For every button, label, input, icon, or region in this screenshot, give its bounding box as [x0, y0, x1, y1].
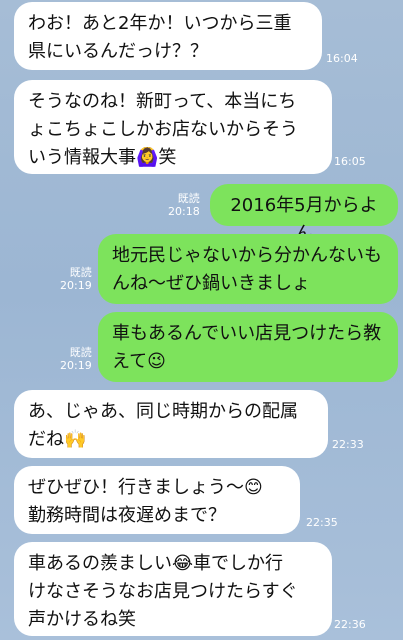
- message-time: 20:19: [60, 279, 92, 292]
- read-receipt: 既読: [69, 346, 92, 359]
- message-time: 20:19: [60, 359, 92, 372]
- message-time: 16:04: [326, 52, 358, 65]
- message-meta: 既読 20:19: [60, 346, 92, 372]
- message-time: 20:18: [168, 205, 200, 218]
- message-bubble[interactable]: あ、じゃあ、同じ時期からの配属 だね🙌: [14, 390, 328, 458]
- message-time: 22:33: [332, 438, 364, 451]
- message-meta: 既読 20:18: [168, 192, 200, 218]
- message-time: 16:05: [334, 155, 366, 168]
- read-receipt: 既読: [177, 192, 200, 205]
- message-bubble[interactable]: 車あるの羨ましい😂車でしか行 けなさそうなお店見つけたらすぐ 声かけるね笑: [14, 542, 332, 636]
- message-bubble[interactable]: ぜひぜひ！行きましょう〜😊 勤務時間は夜遅めまで？: [14, 466, 300, 534]
- chat-area[interactable]: わお！あと2年か！いつから三重 県にいるんだっけ？？ 16:04 そうなのね！新…: [0, 0, 403, 640]
- message-meta: 既読 20:19: [60, 266, 92, 292]
- message-bubble[interactable]: 地元民じゃないから分かんないも んね〜ぜひ鍋いきましょ: [98, 234, 398, 304]
- message-bubble[interactable]: わお！あと2年か！いつから三重 県にいるんだっけ？？: [14, 2, 322, 70]
- message-bubble[interactable]: 車もあるんでいい店見つけたら教 えて😉: [98, 312, 398, 382]
- read-receipt: 既読: [69, 266, 92, 279]
- message-time: 22:36: [334, 618, 366, 631]
- message-time: 22:35: [306, 516, 338, 529]
- message-bubble[interactable]: 2016年5月からよん: [210, 184, 398, 244]
- message-bubble[interactable]: そうなのね！新町って、本当にち ょこちょこしかお店ないからそう いう情報大事🙆‍…: [14, 80, 332, 174]
